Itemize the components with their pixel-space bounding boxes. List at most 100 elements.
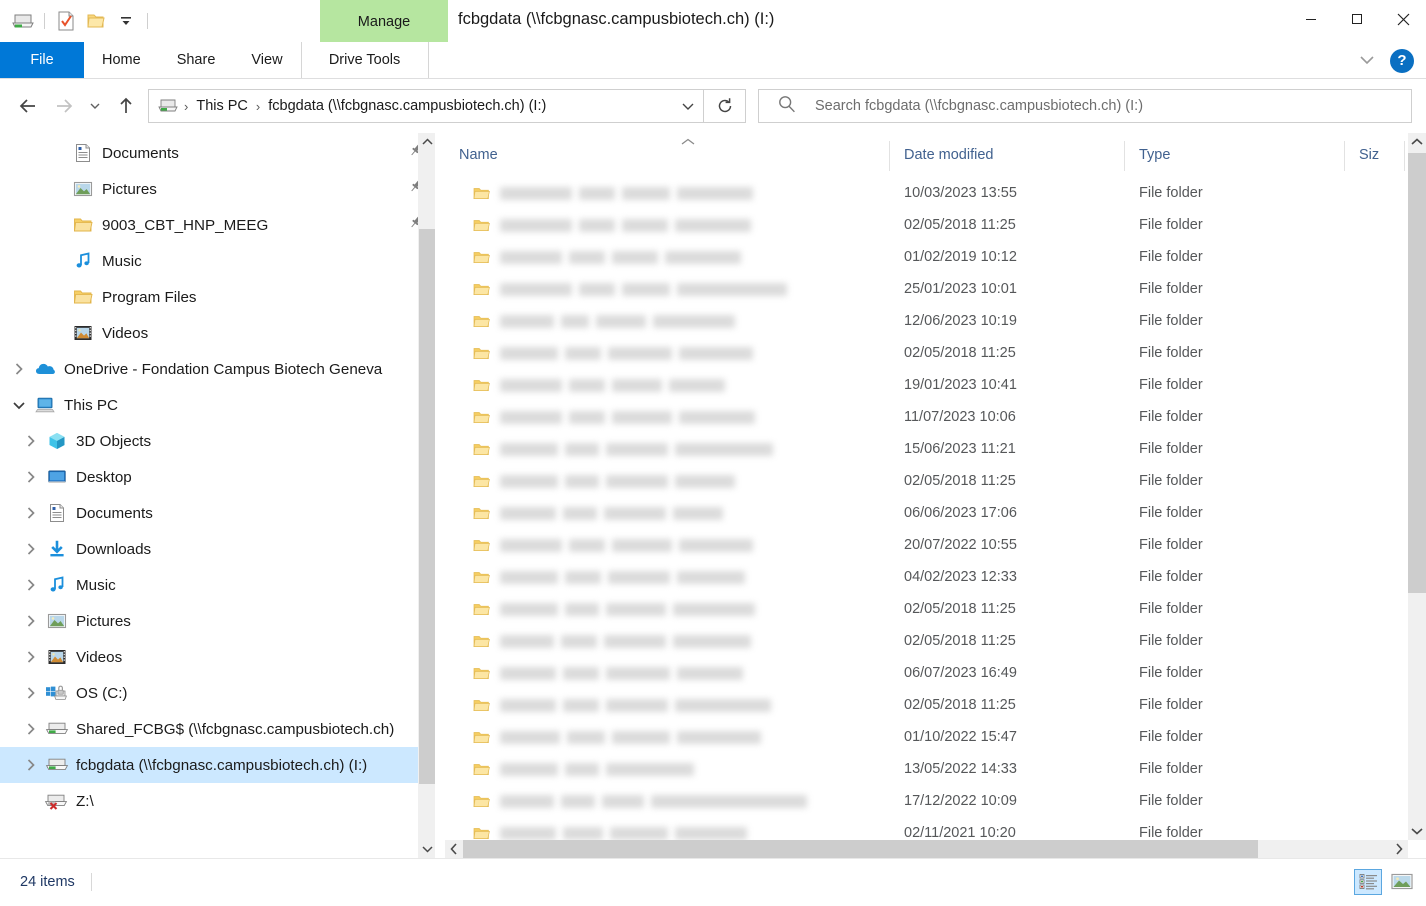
hscroll-left-icon[interactable] (445, 840, 463, 858)
search-box[interactable]: Search fcbgdata (\\fcbgnasc.campusbiotec… (758, 89, 1412, 123)
drive-icon[interactable] (8, 6, 38, 36)
sidebar-item-videos[interactable]: Videos (0, 315, 435, 351)
pane-splitter[interactable] (435, 133, 445, 858)
chevron-right-icon[interactable] (18, 495, 44, 531)
large-icons-view-button[interactable] (1388, 869, 1416, 895)
table-row[interactable]: 01/10/2022 15:47 File folder (445, 721, 1426, 753)
sidebar-item-fcbgdata-fcbgnasc-campusbiotech-ch-i[interactable]: fcbgdata (\\fcbgnasc.campusbiotech.ch) (… (0, 747, 435, 783)
up-button[interactable] (108, 88, 144, 124)
breadcrumb-fcbgdata[interactable]: fcbgdata (\\fcbgnasc.campusbiotech.ch) (… (265, 98, 549, 114)
tab-file[interactable]: File (0, 42, 84, 78)
sidebar-item-documents[interactable]: Documents (0, 495, 435, 531)
table-row[interactable]: 20/07/2022 10:55 File folder (445, 529, 1426, 561)
chevron-right-icon[interactable] (18, 747, 44, 783)
table-row[interactable]: 02/05/2018 11:25 File folder (445, 209, 1426, 241)
chevron-right-icon[interactable] (18, 567, 44, 603)
file-list-horizontal-scrollbar[interactable] (445, 840, 1408, 858)
properties-icon[interactable] (51, 6, 81, 36)
address-bar[interactable]: › This PC › fcbgdata (\\fcbgnasc.campusb… (148, 89, 704, 123)
tab-share[interactable]: Share (159, 42, 234, 78)
nav-scroll-thumb[interactable] (419, 229, 435, 784)
chevron-down-icon[interactable] (1352, 46, 1382, 76)
table-row[interactable]: 06/07/2023 16:49 File folder (445, 657, 1426, 689)
redaction-block (500, 570, 558, 584)
table-row[interactable]: 13/05/2022 14:33 File folder (445, 753, 1426, 785)
column-header-name[interactable]: Name (445, 133, 890, 177)
table-row[interactable]: 15/06/2023 11:21 File folder (445, 433, 1426, 465)
sidebar-item-onedrive-fondation-campus-biotech-geneva[interactable]: OneDrive - Fondation Campus Biotech Gene… (0, 351, 435, 387)
sidebar-item-shared-fcbg-fcbgnasc-campusbiotech-ch[interactable]: Shared_FCBG$ (\\fcbgnasc.campusbiotech.c… (0, 711, 435, 747)
sidebar-item-z[interactable]: Z:\ (0, 783, 435, 819)
sidebar-item-this-pc[interactable]: This PC (0, 387, 435, 423)
sidebar-item-music[interactable]: Music (0, 567, 435, 603)
table-row[interactable]: 04/02/2023 12:33 File folder (445, 561, 1426, 593)
table-row[interactable]: 01/02/2019 10:12 File folder (445, 241, 1426, 273)
back-button[interactable] (10, 88, 46, 124)
address-dropdown-icon[interactable] (675, 101, 701, 111)
table-row[interactable]: 02/05/2018 11:25 File folder (445, 337, 1426, 369)
sidebar-item-program-files[interactable]: Program Files (0, 279, 435, 315)
sidebar-item-pictures[interactable]: Pictures (0, 603, 435, 639)
contextual-tab-manage[interactable]: Manage (320, 0, 448, 44)
chevron-right-icon[interactable] (18, 459, 44, 495)
breadcrumb-separator-1[interactable]: › (251, 99, 265, 114)
sidebar-item-music[interactable]: Music (0, 243, 435, 279)
chevron-right-icon[interactable] (18, 531, 44, 567)
file-scroll-thumb[interactable] (1408, 153, 1426, 593)
column-header-size[interactable]: Siz (1345, 133, 1405, 177)
chevron-right-icon[interactable] (6, 351, 32, 387)
help-icon[interactable]: ? (1390, 48, 1414, 73)
refresh-button[interactable] (704, 89, 746, 123)
redaction-block (500, 314, 554, 328)
nav-scroll-up-icon[interactable] (419, 133, 435, 151)
column-header-type[interactable]: Type (1125, 133, 1345, 177)
table-row[interactable]: 17/12/2022 10:09 File folder (445, 785, 1426, 817)
minimize-button[interactable] (1288, 0, 1334, 38)
tab-view[interactable]: View (233, 42, 300, 78)
file-scroll-down-icon[interactable] (1408, 822, 1426, 840)
nav-scroll-down-icon[interactable] (419, 840, 435, 858)
sidebar-item-pictures[interactable]: Pictures (0, 171, 435, 207)
breadcrumb-this-pc[interactable]: This PC (193, 98, 251, 114)
table-row[interactable]: 06/06/2023 17:06 File folder (445, 497, 1426, 529)
sidebar-item-os-c[interactable]: OS (C:) (0, 675, 435, 711)
chevron-right-icon[interactable] (18, 711, 44, 747)
table-row[interactable]: 12/06/2023 10:19 File folder (445, 305, 1426, 337)
file-scroll-up-icon[interactable] (1408, 133, 1426, 151)
chevron-right-icon[interactable] (18, 423, 44, 459)
sidebar-item-documents[interactable]: Documents (0, 135, 435, 171)
table-row[interactable]: 02/05/2018 11:25 File folder (445, 689, 1426, 721)
sidebar-item-9003-cbt-hnp-meeg[interactable]: 9003_CBT_HNP_MEEG (0, 207, 435, 243)
tab-drive-tools[interactable]: Drive Tools (300, 42, 429, 78)
forward-button[interactable] (46, 88, 82, 124)
chevron-right-icon[interactable] (18, 675, 44, 711)
table-row[interactable]: 02/05/2018 11:25 File folder (445, 465, 1426, 497)
breadcrumb-separator-0[interactable]: › (179, 99, 193, 114)
chevron-right-icon[interactable] (18, 639, 44, 675)
new-folder-icon[interactable] (81, 6, 111, 36)
sidebar-item-videos[interactable]: Videos (0, 639, 435, 675)
table-row[interactable]: 19/01/2023 10:41 File folder (445, 369, 1426, 401)
recent-locations-button[interactable] (82, 88, 108, 124)
table-row[interactable]: 11/07/2023 10:06 File folder (445, 401, 1426, 433)
close-button[interactable] (1380, 0, 1426, 38)
chevron-right-icon[interactable] (18, 603, 44, 639)
column-header-date-modified[interactable]: Date modified (890, 133, 1125, 177)
tab-home[interactable]: Home (84, 42, 159, 78)
maximize-button[interactable] (1334, 0, 1380, 38)
hscroll-right-icon[interactable] (1390, 840, 1408, 858)
table-row[interactable]: 02/05/2018 11:25 File folder (445, 625, 1426, 657)
hscroll-thumb[interactable] (463, 840, 1258, 858)
sidebar-item-downloads[interactable]: Downloads (0, 531, 435, 567)
table-row[interactable]: 10/03/2023 13:55 File folder (445, 177, 1426, 209)
file-list-scrollbar[interactable] (1408, 133, 1426, 840)
navigation-pane-scrollbar[interactable] (418, 133, 435, 858)
details-view-button[interactable] (1354, 868, 1382, 895)
sidebar-item-3d-objects[interactable]: 3D Objects (0, 423, 435, 459)
table-row[interactable]: 25/01/2023 10:01 File folder (445, 273, 1426, 305)
sidebar-item-desktop[interactable]: Desktop (0, 459, 435, 495)
customize-dropdown-icon[interactable] (111, 6, 141, 36)
hscroll-track[interactable] (463, 840, 1390, 858)
chevron-down-icon[interactable] (6, 387, 32, 423)
table-row[interactable]: 02/05/2018 11:25 File folder (445, 593, 1426, 625)
